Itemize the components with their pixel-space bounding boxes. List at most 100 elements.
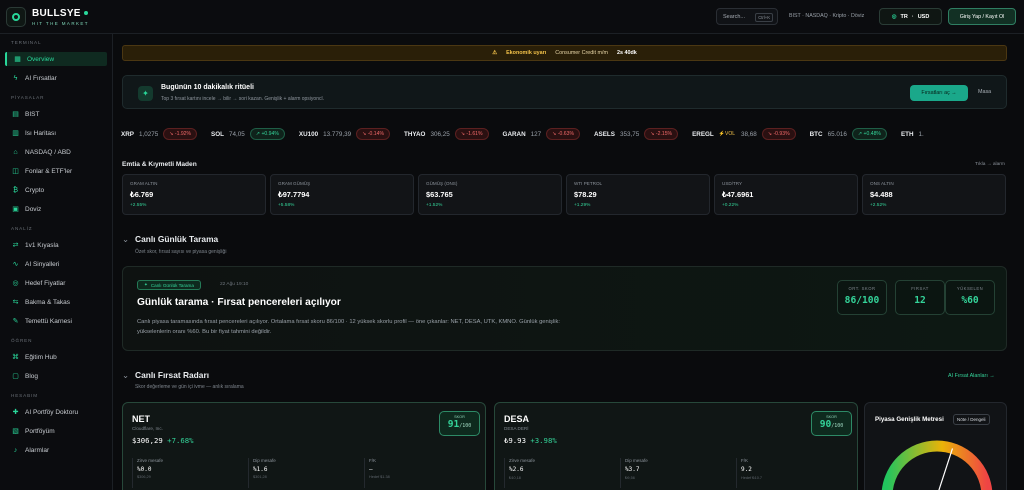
language-currency-toggle[interactable]: ◎ TR · USD [879,8,942,25]
sidebar-item-hedef-fiyatlar[interactable]: ◎ Hedef Fiyatlar [5,276,107,290]
card-metric: Dip mesafe %3.7 ₺9,56 [620,458,728,488]
metal-card[interactable]: GRAM ALTIN ₺6.769 +2.55% [122,174,266,215]
scan-section-label: Canlı Günlük Tarama [135,234,219,244]
metal-card[interactable]: ONS ALTIN $4.488 +2.52% [862,174,1006,215]
ritual-subtitle: Top 3 fırsat kartını incele → bilir → so… [161,96,324,102]
search-input[interactable]: Search... Ctrl+K [716,8,778,25]
ticker-item[interactable]: BTC 65.016 ↗ +0.48% [810,128,887,140]
metric-label: F/K [369,458,377,463]
bank-icon: ⌂ [13,148,18,156]
ticker-item[interactable]: GARAN 127 ↘ -0.63% [503,128,580,140]
opportunity-card[interactable]: DESA DESA DERİ ₺9.93 +3.98% SKOR 90/100 Zirve… [494,402,858,490]
sidebar-item-doviz[interactable]: ▣ Doviz [5,202,107,216]
sidebar-item-label: Alarmlar [25,446,50,454]
metric-value: %2.6 [509,466,524,473]
sidebar-item-alarmlar[interactable]: ♪ Alarmlar [5,443,107,457]
sidebar-item-ai-sinyalleri[interactable]: ∿ AI Sinyalleri [5,257,107,271]
metric-value: – [369,466,373,473]
sidebar-section-label: TERMINAL [11,40,42,45]
card-metric: Zirve mesafe %2.6 ₺10,18 [504,458,612,488]
sidebar-item-temett-karnesi[interactable]: ✎ Temettü Karnesi [5,314,107,328]
login-button[interactable]: Giriş Yap / Kayıt Ol [948,8,1016,25]
radar-section-subtitle: Skor değerleme ve gün içi ivme — anlık s… [135,384,244,390]
metals-alarm-link[interactable]: Tıkla → alarm [975,162,1005,167]
grid-icon: ▦ [14,56,21,63]
ticker-change: ↗ +0.48% [851,128,887,140]
card-metric: F/K 9.2 Hedef ₺10.7 [736,458,844,488]
ticker-change: ↘ -0.93% [761,128,796,140]
sidebar-item-overview[interactable]: ▦ Overview [5,52,107,66]
ai-opportunity-link[interactable]: AI Fırsat Alanları → [948,373,995,379]
sidebar-item-e-itim-hub[interactable]: ⌘ Eğitim Hub [5,350,107,364]
fund-icon: ◫ [12,168,19,175]
top-bar: BULLSYE HIT THE MARKET Search... Ctrl+K B… [0,0,1024,34]
sidebar-item-is-haritas-[interactable]: ▥ Isı Haritası [5,126,107,140]
ticker-item[interactable]: ASELS 353,75 ↘ -2.15% [593,128,679,140]
sidebar-item-ai-portf-y-doktoru[interactable]: ✚ AI Portföy Doktoru [5,405,107,419]
scan-date: 22 Ağu 19:10 [220,282,249,287]
ticker-change: ↘ -0.14% [356,128,390,140]
open-opportunities-button[interactable]: Fırsatları aç → [910,85,968,101]
metal-card[interactable]: USD/TRY ₺47.6961 +0.22% [714,174,858,215]
scan-section-title[interactable]: ⌄ Canlı Günlük Tarama [122,234,218,244]
stat-value: %60 [961,295,979,306]
price-ticker: XRP 1,0275 ↘ -1.92% SOL 74,05 ↗ +0.94% XU100 13… [121,128,1024,142]
card-symbol: DESA [504,414,530,424]
ticker-symbol: EREGL [692,130,714,138]
sidebar-item-label: Crypto [25,186,45,194]
heatmap-icon: ▥ [12,130,19,137]
opportunity-card[interactable]: NET Cloudflare, Inc. $306,29 +7.68% SKOR 91/… [122,402,486,490]
ticker-item[interactable]: XU100 13.779,39 ↘ -0.14% [299,128,390,140]
metal-card[interactable]: GRAM GÜMÜŞ ₺97.7794 +5.58% [270,174,414,215]
sidebar-section-label: ANALİZ [11,226,33,231]
metal-card[interactable]: WTI PETROL $78.29 +1.29% [566,174,710,215]
logo-icon[interactable] [6,7,26,27]
ticker-item[interactable]: SOL 74,05 ↗ +0.94% [211,128,285,140]
breadth-status-pill: Nöte / Dengeli [953,414,990,425]
score-max: /100 [831,423,844,429]
ticker-symbol: ASELS [593,130,615,138]
ticker-symbol: SOL [211,130,224,138]
separator: · [911,13,914,20]
sidebar-item-bakma-takas[interactable]: ⇆ Bakma & Takas [5,295,107,309]
sidebar-item-portf-y-m[interactable]: ▧ Portföyüm [5,424,107,438]
card-metric: Zirve mesafe %0.0 $306,29 [132,458,240,488]
metal-card[interactable]: GÜMÜŞ (ONS) $63.765 +1.52% [418,174,562,215]
metal-label: GRAM ALTIN [130,181,158,186]
ticker-price: 306,25 [430,130,450,138]
ticker-change: ↘ -1.92% [163,128,198,140]
chevron-down-icon: ⌄ [122,370,130,380]
bitcoin-icon: ₿ [12,186,19,194]
sidebar-item-fonlar-etf-ler[interactable]: ◫ Fonlar & ETF'ler [5,164,107,178]
swap-icon: ⇆ [12,299,19,306]
education-icon: ⌘ [12,354,19,361]
currency-label: USD [917,13,930,20]
ticker-price: 127 [530,130,542,138]
desk-button[interactable]: Masa [978,89,991,95]
metric-detail: ₺9,56 [625,476,635,480]
brand-text: BULLSYE [32,8,81,19]
sidebar-item-crypto[interactable]: ₿ Crypto [5,183,107,197]
sidebar-item-label: Blog [25,372,39,380]
language-label: TR [900,13,908,20]
ticker-item[interactable]: XRP 1,0275 ↘ -1.92% [121,128,198,140]
sidebar-item-blog[interactable]: ▢ Blog [5,369,107,383]
ticker-item[interactable]: ETH 1. [901,131,929,138]
sidebar-item-ai-f-rsatlar[interactable]: ϟ AI Fırsatlar [5,71,107,85]
radar-section-title[interactable]: ⌄ Canlı Fırsat Radarı [122,370,209,380]
ticker-price: 1. [918,130,924,138]
ticker-item[interactable]: THYAO 306,25 ↘ -1.61% [404,128,489,140]
brand-name[interactable]: BULLSYE [32,8,88,19]
markets-label: BIST · NASDAQ · Kripto · Döviz [789,13,865,19]
sidebar-item-nasdaq-abd[interactable]: ⌂ NASDAQ / ABD [5,145,107,159]
stat-value: 86/100 [844,295,880,306]
economic-alert-bar[interactable]: ⚠ Ekonomik uyarı Consumer Credit m/m 2s … [122,45,1007,61]
sidebar-item-label: AI Portföy Doktoru [25,408,79,416]
card-change: +7.68% [167,436,194,445]
ticker-item[interactable]: EREGL ⚡VOL 38,68 ↘ -0.93% [692,128,796,140]
sparkle-icon: ✦ [144,282,148,287]
sidebar-item-bist[interactable]: ▤ BIST [5,107,107,121]
ticker-change: ↗ +0.94% [249,128,285,140]
score-value: 90/100 [812,419,851,430]
sidebar-item-1v1-k-yasla[interactable]: ⇄ 1v1 Kıyasla [5,238,107,252]
